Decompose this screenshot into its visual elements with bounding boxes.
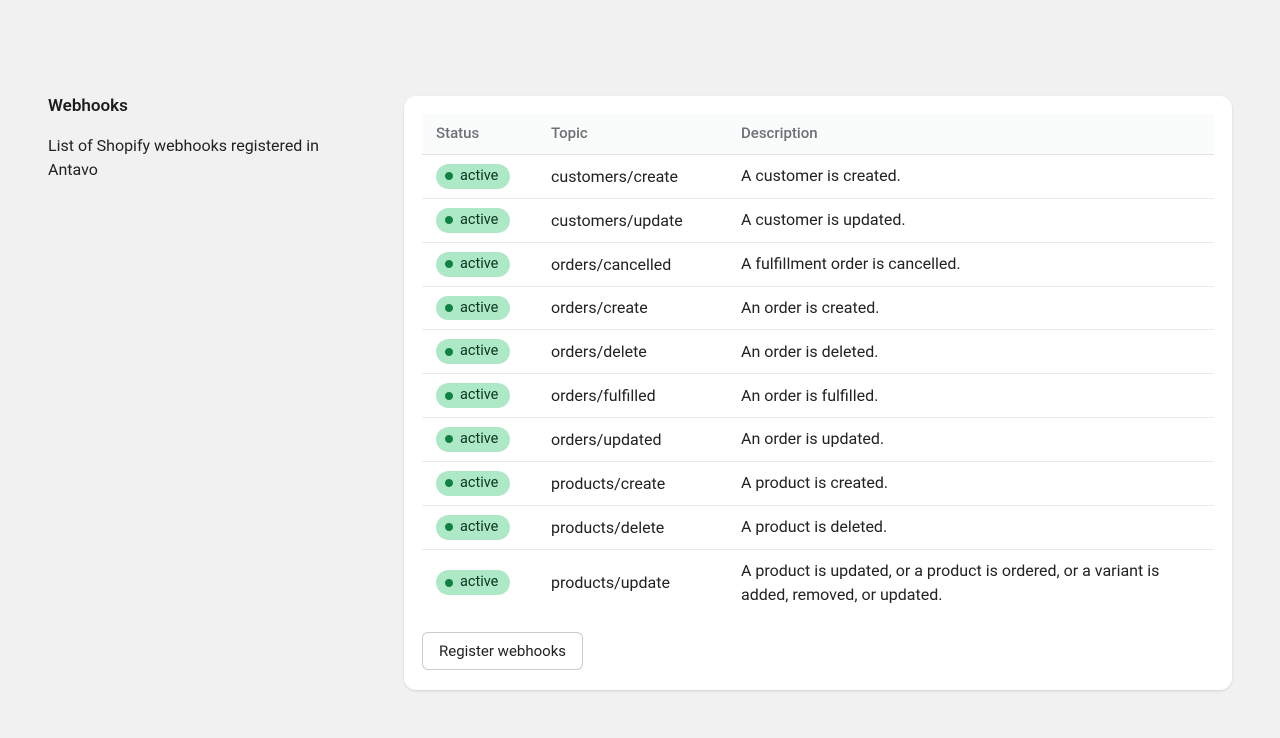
description-cell: An order is updated.	[727, 418, 1214, 462]
topic-cell: customers/create	[537, 155, 727, 199]
status-label: active	[460, 474, 498, 493]
description-cell: An order is deleted.	[727, 330, 1214, 374]
status-badge: active	[436, 252, 510, 277]
table-row: active orders/createAn order is created.	[422, 286, 1214, 330]
webhooks-table: Status Topic Description active customers…	[422, 114, 1214, 616]
topic-cell: orders/updated	[537, 418, 727, 462]
status-dot-icon	[445, 348, 453, 356]
status-label: active	[460, 573, 498, 592]
table-row: active orders/updatedAn order is updated.	[422, 418, 1214, 462]
status-dot-icon	[445, 304, 453, 312]
status-badge: active	[436, 164, 510, 189]
status-badge: active	[436, 427, 510, 452]
status-badge: active	[436, 208, 510, 233]
status-label: active	[460, 430, 498, 449]
table-row: active products/deleteA product is delete…	[422, 505, 1214, 549]
status-badge: active	[436, 296, 510, 321]
table-row: active products/updateA product is update…	[422, 549, 1214, 616]
register-webhooks-button[interactable]: Register webhooks	[422, 632, 583, 670]
table-header-topic: Topic	[537, 114, 727, 155]
topic-cell: orders/create	[537, 286, 727, 330]
description-cell: A customer is created.	[727, 155, 1214, 199]
status-label: active	[460, 342, 498, 361]
topic-cell: orders/fulfilled	[537, 374, 727, 418]
status-dot-icon	[445, 260, 453, 268]
status-dot-icon	[445, 392, 453, 400]
topic-cell: products/update	[537, 549, 727, 616]
section-description: List of Shopify webhooks registered in A…	[48, 134, 348, 182]
status-badge: active	[436, 570, 510, 595]
status-dot-icon	[445, 216, 453, 224]
status-label: active	[460, 211, 498, 230]
status-badge: active	[436, 471, 510, 496]
status-badge: active	[436, 515, 510, 540]
table-row: active orders/deleteAn order is deleted.	[422, 330, 1214, 374]
description-cell: A product is deleted.	[727, 505, 1214, 549]
description-cell: An order is fulfilled.	[727, 374, 1214, 418]
table-row: active orders/fulfilledAn order is fulfil…	[422, 374, 1214, 418]
status-label: active	[460, 299, 498, 318]
table-header-description: Description	[727, 114, 1214, 155]
topic-cell: products/delete	[537, 505, 727, 549]
webhooks-card: Status Topic Description active customers…	[404, 96, 1232, 690]
table-row: active orders/cancelledA fulfillment orde…	[422, 242, 1214, 286]
status-label: active	[460, 255, 498, 274]
status-dot-icon	[445, 479, 453, 487]
status-label: active	[460, 518, 498, 537]
section-title: Webhooks	[48, 96, 348, 116]
status-label: active	[460, 386, 498, 405]
status-label: active	[460, 167, 498, 186]
topic-cell: products/create	[537, 461, 727, 505]
topic-cell: customers/update	[537, 198, 727, 242]
status-dot-icon	[445, 523, 453, 531]
status-dot-icon	[445, 172, 453, 180]
description-cell: A product is created.	[727, 461, 1214, 505]
status-dot-icon	[445, 435, 453, 443]
description-cell: An order is created.	[727, 286, 1214, 330]
topic-cell: orders/delete	[537, 330, 727, 374]
topic-cell: orders/cancelled	[537, 242, 727, 286]
description-cell: A customer is updated.	[727, 198, 1214, 242]
status-dot-icon	[445, 579, 453, 587]
status-badge: active	[436, 339, 510, 364]
description-cell: A product is updated, or a product is or…	[727, 549, 1214, 616]
table-row: active customers/updateA customer is upda…	[422, 198, 1214, 242]
status-badge: active	[436, 383, 510, 408]
table-row: active products/createA product is create…	[422, 461, 1214, 505]
table-header-status: Status	[422, 114, 537, 155]
table-row: active customers/createA customer is crea…	[422, 155, 1214, 199]
description-cell: A fulfillment order is cancelled.	[727, 242, 1214, 286]
